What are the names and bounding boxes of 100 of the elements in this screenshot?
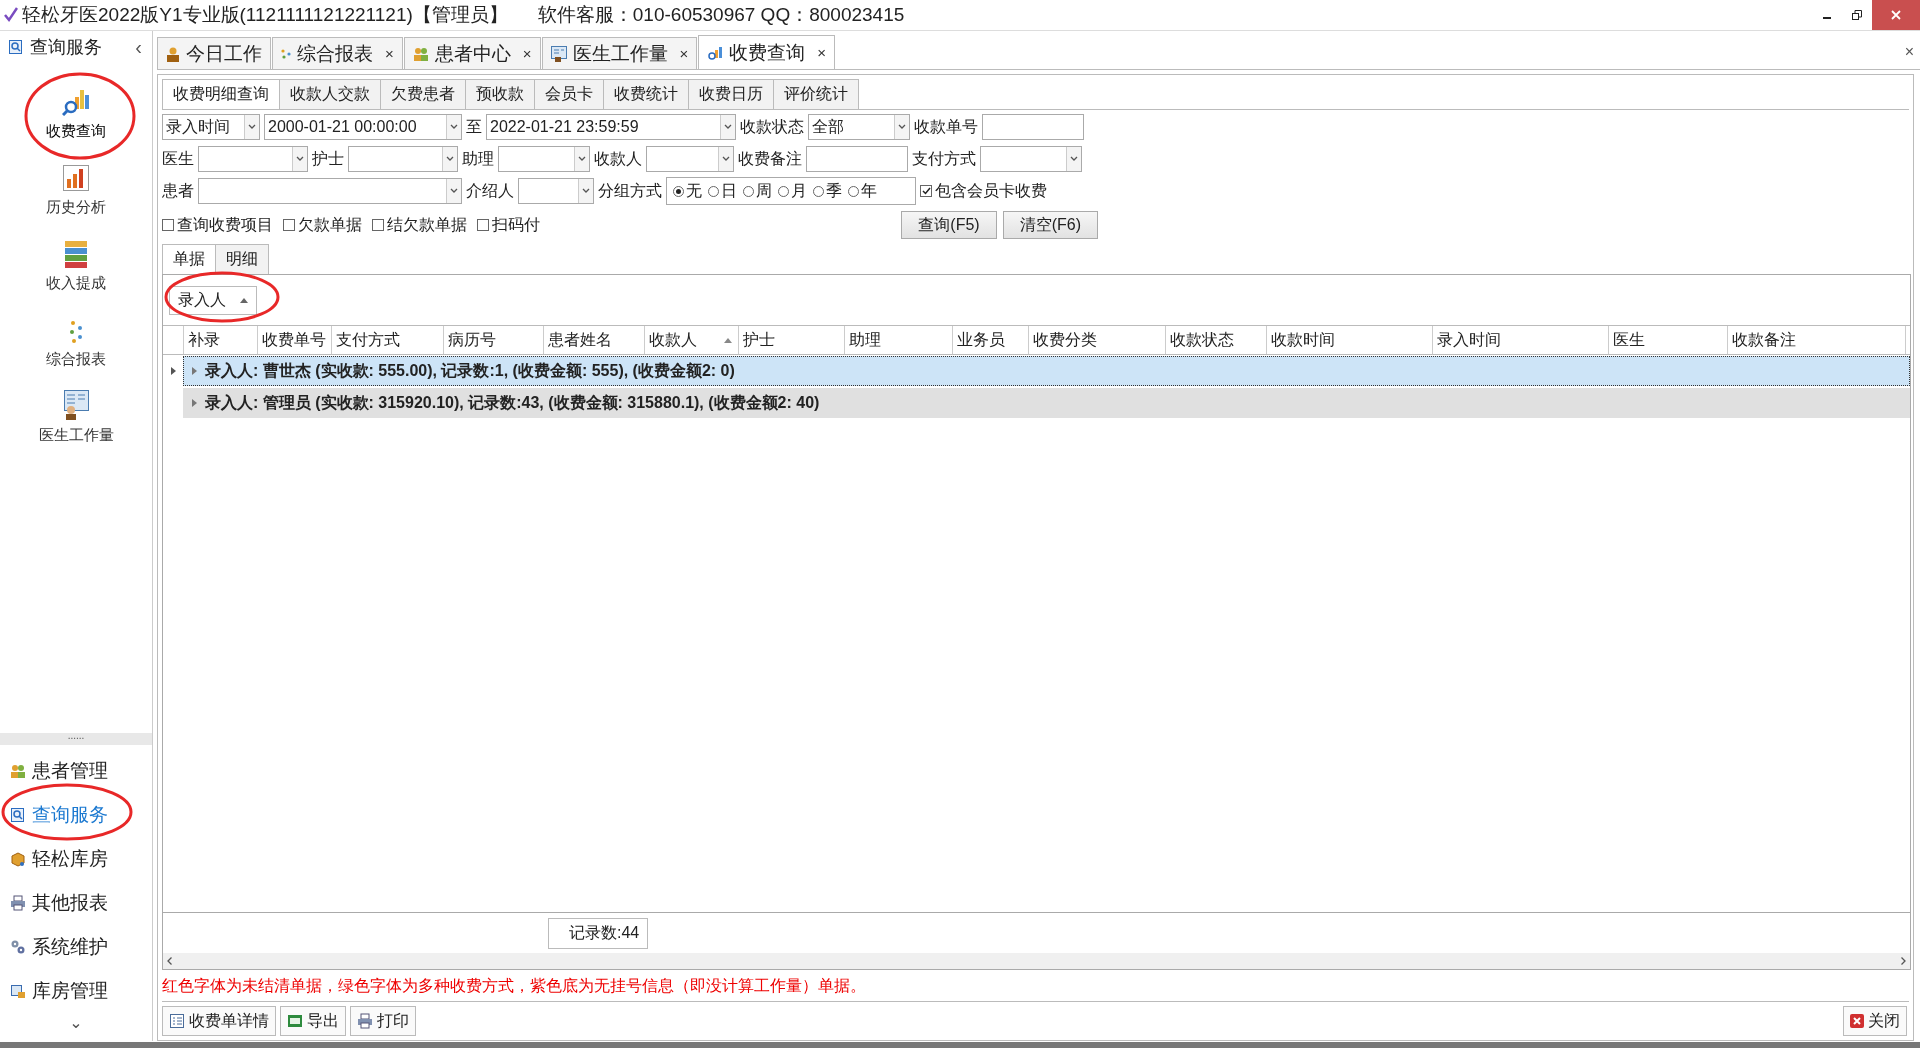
field-label: 收费备注 (738, 148, 802, 169)
document-tab[interactable]: 患者中心 × (403, 37, 541, 69)
expand-arrow-icon (192, 399, 197, 407)
sidebar-item[interactable]: 历史分析 (46, 149, 106, 225)
nav-item[interactable]: 查询服务 (0, 793, 152, 837)
field-label: 介绍人 (466, 180, 514, 201)
chevron-down-icon (582, 188, 590, 194)
field-label: 至 (466, 116, 482, 137)
dropdown-field[interactable] (198, 146, 308, 172)
field-label: 患者 (162, 180, 194, 201)
tab-close-button[interactable]: × (522, 45, 532, 62)
column-header[interactable]: 护士 (739, 326, 845, 354)
document-tab[interactable]: 综合报表 × (272, 37, 403, 69)
dropdown-field[interactable]: 2022-01-21 23:59:59 (486, 114, 736, 140)
sub-tab[interactable]: 收款人交款 (279, 79, 381, 109)
radio-option[interactable]: 季 (813, 180, 842, 202)
books-icon (62, 240, 90, 268)
column-header[interactable]: 业务员 (953, 326, 1029, 354)
column-header[interactable]: 收款状态 (1166, 326, 1267, 354)
input-field[interactable] (806, 146, 908, 172)
action-button[interactable]: 查询(F5) (901, 211, 997, 239)
column-header[interactable]: 支付方式 (332, 326, 444, 354)
sub-tab[interactable]: 收费日历 (688, 79, 774, 109)
dropdown-field[interactable] (980, 146, 1082, 172)
sub-tab[interactable]: 欠费患者 (380, 79, 466, 109)
dropdown-field[interactable] (518, 178, 594, 204)
sidebar-item[interactable]: 综合报表 (46, 301, 106, 377)
horizontal-scrollbar[interactable] (163, 953, 1910, 969)
tab-close-button[interactable]: × (679, 45, 689, 62)
checkbox[interactable]: 查询收费项目 (162, 214, 273, 236)
document-tab[interactable]: 医生工作量 × (541, 37, 698, 69)
close-button[interactable] (1872, 0, 1920, 30)
nav-item[interactable]: 轻松库房 (0, 837, 152, 881)
radio-option[interactable]: 日 (708, 180, 737, 202)
input-field[interactable] (982, 114, 1084, 140)
view-tab[interactable]: 单据 (162, 244, 216, 274)
tab-close-button[interactable]: × (385, 45, 394, 62)
dots-icon (69, 320, 83, 344)
sub-tab[interactable]: 会员卡 (534, 79, 604, 109)
column-header[interactable]: 补录 (184, 326, 258, 354)
column-header[interactable]: 收款备注 (1728, 326, 1906, 354)
nav-item[interactable]: 其他报表 (0, 881, 152, 925)
field-label: 支付方式 (912, 148, 976, 169)
document-tab[interactable]: 今日工作 (157, 37, 271, 69)
radio-option[interactable]: 年 (848, 180, 877, 202)
checkbox[interactable]: 包含会员卡收费 (920, 180, 1047, 202)
group-by-chip[interactable]: 录入人 (169, 285, 257, 315)
sidebar-item[interactable]: 收费查询 (46, 73, 106, 149)
sub-tab[interactable]: 预收款 (465, 79, 535, 109)
nav-item[interactable]: 患者管理 (0, 749, 152, 793)
dropdown-field[interactable] (498, 146, 590, 172)
column-header[interactable]: 助理 (845, 326, 953, 354)
sidebar-item[interactable]: 收入提成 (46, 225, 106, 301)
dropdown-field[interactable] (646, 146, 734, 172)
chevron-down-icon (898, 124, 906, 130)
nav-item[interactable]: 库房管理 (0, 969, 152, 1013)
sub-tab[interactable]: 收费统计 (603, 79, 689, 109)
dropdown-field[interactable]: 全部 (808, 114, 910, 140)
sub-tab[interactable]: 收费明细查询 (162, 79, 280, 110)
dropdown-field[interactable]: 2000-01-21 00:00:00 (264, 114, 462, 140)
radio-option[interactable]: 周 (743, 180, 772, 202)
action-button[interactable]: 清空(F6) (1002, 211, 1098, 239)
dropdown-field[interactable]: 录入时间 (162, 114, 260, 140)
toolbar-button[interactable]: 导出 (280, 1006, 346, 1036)
column-header[interactable]: 收费分类 (1029, 326, 1166, 354)
group-row[interactable]: 录入人: 曹世杰 (实收款: 555.00), 记录数:1, (收费金额: 555), (收费金额2: 0) (183, 356, 1910, 386)
radio-option[interactable]: 无 (673, 180, 702, 202)
column-header[interactable]: 患者姓名 (544, 326, 645, 354)
close-panel-button[interactable]: 关闭 (1843, 1006, 1907, 1036)
close-icon (1850, 1014, 1864, 1028)
toolbar-button[interactable]: 收费单详情 (162, 1006, 276, 1036)
sub-tab[interactable]: 评价统计 (773, 79, 859, 109)
group-row[interactable]: 录入人: 管理员 (实收款: 315920.10), 记录数:43, (收费金额: 315880.1), (收费金额2: 40) (183, 388, 1910, 418)
splitter-grip[interactable]: ...... (0, 733, 152, 745)
chevron-down-icon (578, 156, 586, 162)
column-header[interactable]: 收费单号 (258, 326, 332, 354)
column-header[interactable]: 录入时间 (1433, 326, 1609, 354)
checkbox[interactable]: 欠款单据 (283, 214, 362, 236)
column-header[interactable]: 医生 (1609, 326, 1728, 354)
column-header[interactable]: 病历号 (444, 326, 544, 354)
expand-toggle[interactable]: ⌄ (0, 1013, 152, 1041)
toolbar-button[interactable]: 打印 (350, 1006, 416, 1036)
sidebar-item[interactable]: 医生工作量 (38, 377, 114, 453)
close-all-button[interactable]: × (1904, 43, 1914, 61)
column-header[interactable]: 收款人 (645, 326, 739, 354)
dropdown-field[interactable] (198, 178, 462, 204)
tab-close-button[interactable]: × (817, 44, 827, 61)
field-label: 收款单号 (914, 116, 978, 137)
collapse-toggle[interactable]: ‹ (135, 35, 142, 59)
nav-item[interactable]: 系统维护 (0, 925, 152, 969)
window-title: 轻松牙医2022版Y1专业版(1121111121221121)【管理员】 (22, 3, 508, 27)
checkbox[interactable]: 扫码付 (477, 214, 540, 236)
expand-arrow-icon (192, 367, 197, 375)
dropdown-field[interactable] (348, 146, 458, 172)
column-header[interactable]: 收款时间 (1267, 326, 1433, 354)
chevron-down-icon (722, 156, 730, 162)
checkbox[interactable]: 结欠款单据 (372, 214, 467, 236)
radio-option[interactable]: 月 (778, 180, 807, 202)
document-tab[interactable]: 收费查询 × (698, 35, 836, 69)
view-tab[interactable]: 明细 (215, 244, 269, 274)
